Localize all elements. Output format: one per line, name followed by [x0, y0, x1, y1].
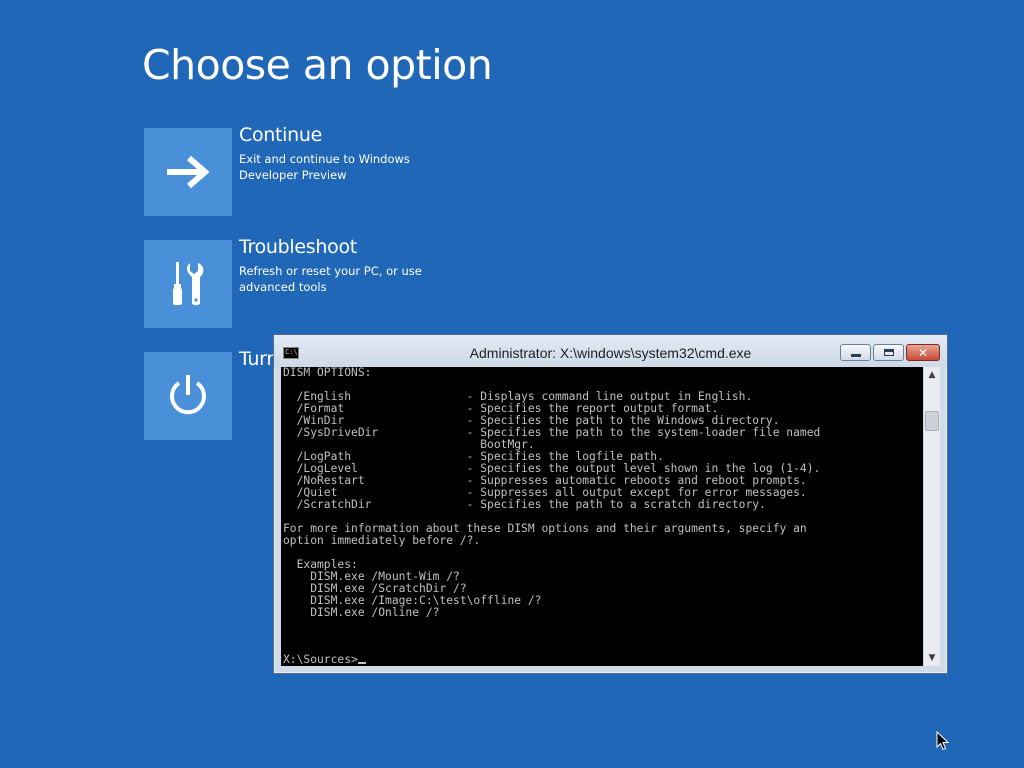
- close-icon: ✕: [917, 345, 929, 360]
- continue-title: Continue: [239, 124, 323, 146]
- maximize-icon: [883, 349, 894, 356]
- cmd-window[interactable]: C:\ Administrator: X:\windows\system32\c…: [273, 334, 948, 674]
- scroll-thumb[interactable]: [925, 411, 939, 431]
- scroll-down-arrow-icon[interactable]: ▼: [924, 650, 940, 666]
- titlebar[interactable]: C:\ Administrator: X:\windows\system32\c…: [274, 335, 947, 367]
- tools-icon: [173, 262, 204, 306]
- minimize-icon: [850, 354, 861, 357]
- troubleshoot-tile[interactable]: [144, 240, 232, 328]
- arrow-right-icon: [167, 155, 210, 189]
- troubleshoot-description: Refresh or reset your PC, or use advance…: [239, 264, 422, 294]
- console-text: DISM OPTIONS: /English - Displays comman…: [283, 367, 821, 619]
- mouse-pointer-icon: [936, 731, 950, 751]
- continue-tile[interactable]: [144, 128, 232, 216]
- power-icon: [170, 375, 206, 415]
- troubleshoot-option[interactable]: Troubleshoot Refresh or reset your PC, o…: [144, 236, 444, 328]
- continue-option[interactable]: Continue Exit and continue to Windows De…: [144, 124, 444, 216]
- console-output[interactable]: DISM OPTIONS: /English - Displays comman…: [281, 367, 923, 666]
- page-title: Choose an option: [142, 41, 493, 89]
- troubleshoot-title: Troubleshoot: [239, 236, 357, 258]
- vertical-scrollbar[interactable]: ▲ ▼: [923, 367, 940, 666]
- command-prompt[interactable]: X:\Sources>: [283, 654, 366, 666]
- scroll-up-arrow-icon[interactable]: ▲: [924, 367, 940, 383]
- prompt-text: X:\Sources>: [283, 653, 358, 666]
- continue-description: Exit and continue to Windows Developer P…: [239, 152, 410, 182]
- maximize-button[interactable]: [873, 344, 904, 361]
- text-cursor: [357, 662, 366, 664]
- turn-off-tile[interactable]: [144, 352, 232, 440]
- close-button[interactable]: ✕: [906, 344, 940, 361]
- minimize-button[interactable]: [840, 344, 871, 361]
